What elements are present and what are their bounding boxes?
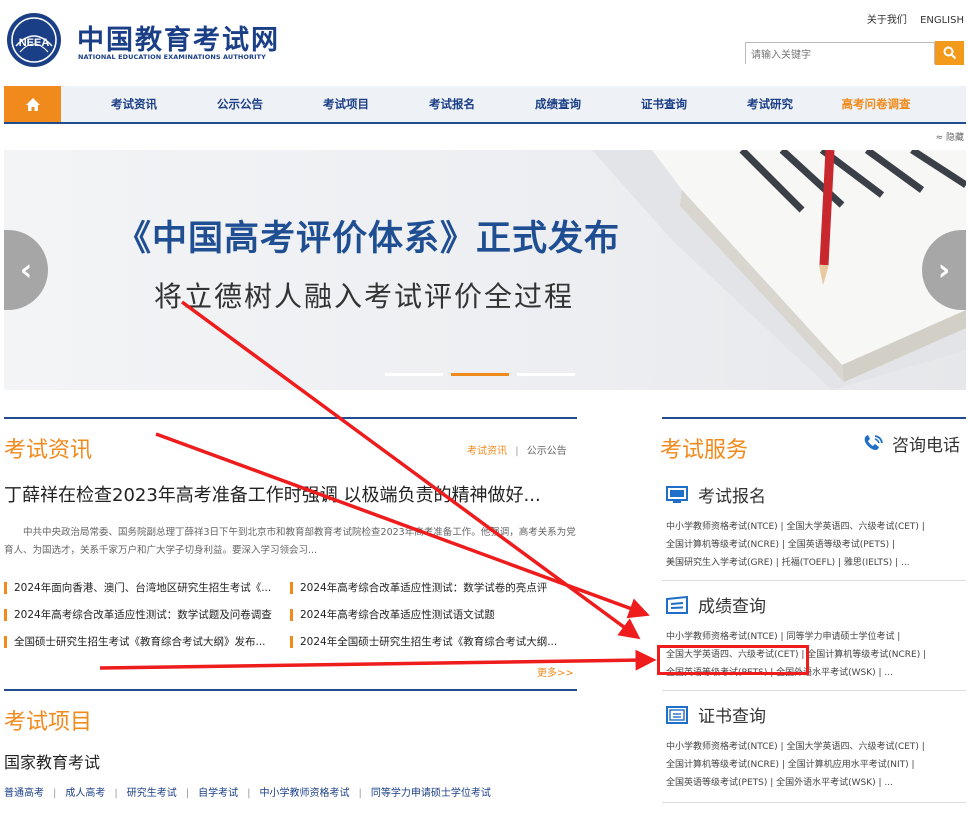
service-certificate-label: 证书查询 xyxy=(698,707,766,727)
news-list-item[interactable]: 全国硕士研究生招生考试《教育综合考试大纲》发布... xyxy=(4,636,266,648)
banner-prev-button[interactable]: ‹ xyxy=(4,230,48,310)
service-divider xyxy=(662,690,966,691)
hotline-label: 咨询电话 xyxy=(892,436,960,456)
banner-title: 《中国高考评价体系》正式发布 xyxy=(116,219,621,259)
about-us-link[interactable]: 关于我们 xyxy=(867,15,907,26)
site-subtitle: NATIONAL EDUCATION EXAMINATIONS AUTHORIT… xyxy=(78,53,266,61)
english-link[interactable]: ENGLISH xyxy=(920,15,964,26)
nav-item-score-inquiry[interactable]: 成绩查询 xyxy=(508,86,608,122)
service-divider xyxy=(662,580,966,581)
logo-badge-text: NEEA xyxy=(19,37,50,49)
phone-icon xyxy=(864,434,883,450)
hero-banner[interactable]: 《中国高考评价体系》正式发布 将立德树人融入考试评价全过程 ‹ › xyxy=(4,150,966,390)
site-title[interactable]: 中国教育考试网 xyxy=(77,18,280,57)
tab-announcements[interactable]: 公示公告 xyxy=(527,446,567,457)
news-section-title: 考试资讯 xyxy=(4,438,93,463)
tab-separator: | xyxy=(515,446,519,457)
banner-dot-1[interactable] xyxy=(385,373,443,376)
service-registration-label: 考试报名 xyxy=(698,487,766,507)
banner-dot-2[interactable] xyxy=(451,373,509,376)
exam-link-masters[interactable]: 同等学力申请硕士学位考试 xyxy=(371,788,491,799)
nav-home-button[interactable] xyxy=(4,86,61,122)
news-list-item[interactable]: 2024年全国硕士研究生招生考试《教育综合考试大纲... xyxy=(290,636,557,648)
search-icon xyxy=(943,46,956,60)
service-links-line[interactable]: 全国计算机等级考试(NCRE) | 全国英语等级考试(PETS) | xyxy=(666,536,962,554)
certificate-icon xyxy=(666,705,688,724)
nav-item-registration[interactable]: 考试报名 xyxy=(402,86,502,122)
service-links-line[interactable]: 中小学教师资格考试(NTCE) | 全国大学英语四、六级考试(CET) | xyxy=(666,738,962,756)
hotline[interactable]: 咨询电话 xyxy=(862,431,960,456)
service-links-line[interactable]: 中小学教师资格考试(NTCE) | 全国大学英语四、六级考试(CET) | xyxy=(666,518,962,536)
banner-dot-3[interactable] xyxy=(517,373,575,376)
news-list-item[interactable]: 2024年高考综合改革适应性测试：数学试卷的亮点评 xyxy=(290,582,547,594)
services-section-title: 考试服务 xyxy=(660,438,749,463)
news-list-item[interactable]: 2024年高考综合改革适应性测试语文试题 xyxy=(290,609,495,621)
hide-banner-link[interactable]: ≈ 隐藏 xyxy=(936,130,964,143)
nav-item-announcements[interactable]: 公示公告 xyxy=(190,86,290,122)
monitor-icon xyxy=(666,485,688,503)
nav-item-exam-news[interactable]: 考试资讯 xyxy=(84,86,184,122)
exam-link-teacher[interactable]: 中小学教师资格考试 xyxy=(260,788,350,799)
service-score-label: 成绩查询 xyxy=(698,597,766,617)
news-tabs: 考试资讯 | 公示公告 xyxy=(467,442,567,457)
service-certificate-heading[interactable]: 证书查询 xyxy=(666,702,766,727)
service-links-line[interactable]: 全国计算机等级考试(NCRE) | 全国计算机应用水平考试(NIT) | xyxy=(666,756,962,774)
annotation-highlight-box xyxy=(657,645,809,675)
search-input[interactable] xyxy=(746,45,934,66)
exam-category-title: 国家教育考试 xyxy=(4,753,101,772)
projects-section-line xyxy=(4,689,577,691)
news-list-item[interactable]: 2024年面向香港、澳门、台湾地区研究生招生考试《... xyxy=(4,582,271,594)
exam-links: 普通高考 | 成人高考 | 研究生考试 | 自学考试 | 中小学教师资格考试 | 同等学力申请硕士学… xyxy=(4,788,491,799)
news-headline[interactable]: 丁薛祥在检查2023年高考准备工作时强调 以极端负责的精神做好... xyxy=(4,481,541,507)
banner-subtitle: 将立德树人融入考试评价全过程 xyxy=(154,280,575,313)
book-pencil-illustration xyxy=(592,150,966,390)
nav-item-exam-research[interactable]: 考试研究 xyxy=(720,86,820,122)
service-registration-heading[interactable]: 考试报名 xyxy=(666,482,766,507)
news-section-line xyxy=(4,417,577,419)
service-score-heading[interactable]: 成绩查询 xyxy=(666,592,766,617)
service-links-line[interactable]: 美国研究生入学考试(GRE) | 托福(TOEFL) | 雅思(IELTS) |… xyxy=(666,554,962,572)
exam-link-self-study[interactable]: 自学考试 xyxy=(198,788,238,799)
exam-link-adult[interactable]: 成人高考 xyxy=(65,788,105,799)
service-links-line[interactable]: 全国英语等级考试(PETS) | 全国外语水平考试(WSK) | ... xyxy=(666,774,962,792)
top-links: 关于我们 ENGLISH xyxy=(857,11,964,26)
services-section-line xyxy=(662,417,966,419)
document-icon xyxy=(666,595,688,614)
news-list-item[interactable]: 2024年高考综合改革适应性测试：数学试题及问卷调查 xyxy=(4,609,272,621)
nav-item-exam-projects[interactable]: 考试项目 xyxy=(296,86,396,122)
projects-section-title: 考试项目 xyxy=(4,710,93,735)
tab-exam-news[interactable]: 考试资讯 xyxy=(467,446,507,457)
service-certificate-links[interactable]: 中小学教师资格考试(NTCE) | 全国大学英语四、六级考试(CET) | 全国… xyxy=(666,738,962,792)
news-more-link[interactable]: 更多>> xyxy=(537,664,574,679)
service-registration-links[interactable]: 中小学教师资格考试(NTCE) | 全国大学英语四、六级考试(CET) | 全国… xyxy=(666,518,962,572)
nav-item-gaokao-survey[interactable]: 高考问卷调查 xyxy=(826,86,926,122)
search-button[interactable] xyxy=(935,41,964,65)
main-nav: 考试资讯 公示公告 考试项目 考试报名 成绩查询 证书查询 考试研究 高考问卷调… xyxy=(4,86,966,124)
nav-item-certificate-inquiry[interactable]: 证书查询 xyxy=(614,86,714,122)
service-registration: 考试报名 中小学教师资格考试(NTCE) | 全国大学英语四、六级考试(CET)… xyxy=(662,474,966,579)
news-summary: 中共中央政治局常委、国务院副总理丁薛祥3日下午到北京市和教育部教育考试院检查20… xyxy=(4,527,576,556)
search-box xyxy=(745,42,935,66)
service-divider xyxy=(662,802,966,803)
exam-link-gaokao[interactable]: 普通高考 xyxy=(4,788,44,799)
service-links-line[interactable]: 中小学教师资格考试(NTCE) | 同等学力申请硕士学位考试 | xyxy=(666,628,962,646)
home-icon xyxy=(25,97,40,111)
exam-link-graduate[interactable]: 研究生考试 xyxy=(127,788,177,799)
service-certificate-inquiry: 证书查询 中小学教师资格考试(NTCE) | 全国大学英语四、六级考试(CET)… xyxy=(662,694,966,799)
site-header: NEEA 中国教育考试网 NATIONAL EDUCATION EXAMINAT… xyxy=(0,0,968,80)
neea-logo-icon[interactable]: NEEA xyxy=(6,12,62,68)
